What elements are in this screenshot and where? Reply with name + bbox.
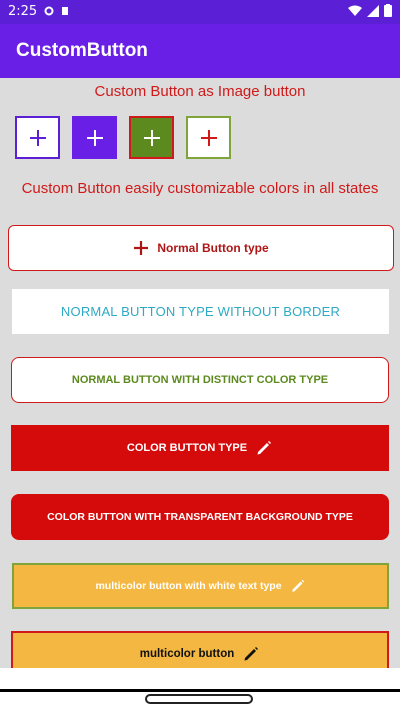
sd-card-icon (62, 7, 68, 15)
home-gesture-handle[interactable] (145, 694, 253, 704)
multicolor-button-label: multicolor button (139, 648, 235, 660)
wifi-icon (348, 5, 362, 16)
distinct-button-label: NORMAL BUTTON WITH DISTINCT COLOR TYPE (71, 374, 329, 386)
normal-button-label: Normal Button type (157, 241, 269, 255)
normal-button[interactable]: Normal Button type (8, 225, 394, 271)
status-bar: 2:25 (0, 0, 400, 24)
multicolor-button[interactable]: multicolor button (11, 631, 389, 668)
image-button-outline-purple[interactable] (15, 116, 60, 159)
color-button[interactable]: COLOR BUTTON TYPE (11, 425, 389, 471)
color-transparent-bg-button[interactable]: COLOR BUTTON WITH TRANSPARENT BACKGROUND… (11, 494, 389, 540)
pencil-icon (257, 441, 272, 455)
content-area[interactable]: Custom Button as Image button Custom But… (0, 78, 400, 668)
navigation-bar (0, 668, 400, 711)
image-button-filled-purple[interactable] (72, 116, 117, 159)
color-button-label: COLOR BUTTON TYPE (126, 442, 248, 454)
normal-no-border-button[interactable]: NORMAL BUTTON TYPE WITHOUT BORDER (12, 289, 389, 334)
app-title: CustomButton (16, 40, 148, 61)
pencil-icon (291, 579, 304, 592)
battery-icon (384, 4, 392, 17)
plus-icon (86, 129, 103, 146)
plus-icon (143, 129, 160, 146)
image-button-section-title: Custom Button as Image button (94, 83, 306, 100)
multicolor-white-text-button[interactable]: multicolor button with white text type (12, 563, 389, 609)
pencil-icon (244, 647, 259, 661)
nav-divider (0, 689, 400, 692)
plus-icon (29, 129, 46, 146)
no-border-button-label: NORMAL BUTTON TYPE WITHOUT BORDER (60, 304, 341, 319)
plus-icon (200, 129, 217, 146)
customizable-section-title: Custom Button easily customizable colors… (21, 180, 379, 197)
signal-icon (367, 4, 379, 17)
multicolor-white-button-label: multicolor button with white text type (95, 580, 282, 592)
transparent-bg-button-label: COLOR BUTTON WITH TRANSPARENT BACKGROUND… (47, 511, 353, 523)
status-icons (348, 4, 392, 17)
app-bar: CustomButton (0, 24, 400, 78)
status-time: 2:25 (8, 4, 38, 19)
settings-icon (44, 6, 54, 16)
image-button-outline-green[interactable] (186, 116, 231, 159)
plus-icon (134, 241, 149, 255)
image-button-green[interactable] (129, 116, 174, 159)
distinct-color-button[interactable]: NORMAL BUTTON WITH DISTINCT COLOR TYPE (11, 357, 389, 403)
